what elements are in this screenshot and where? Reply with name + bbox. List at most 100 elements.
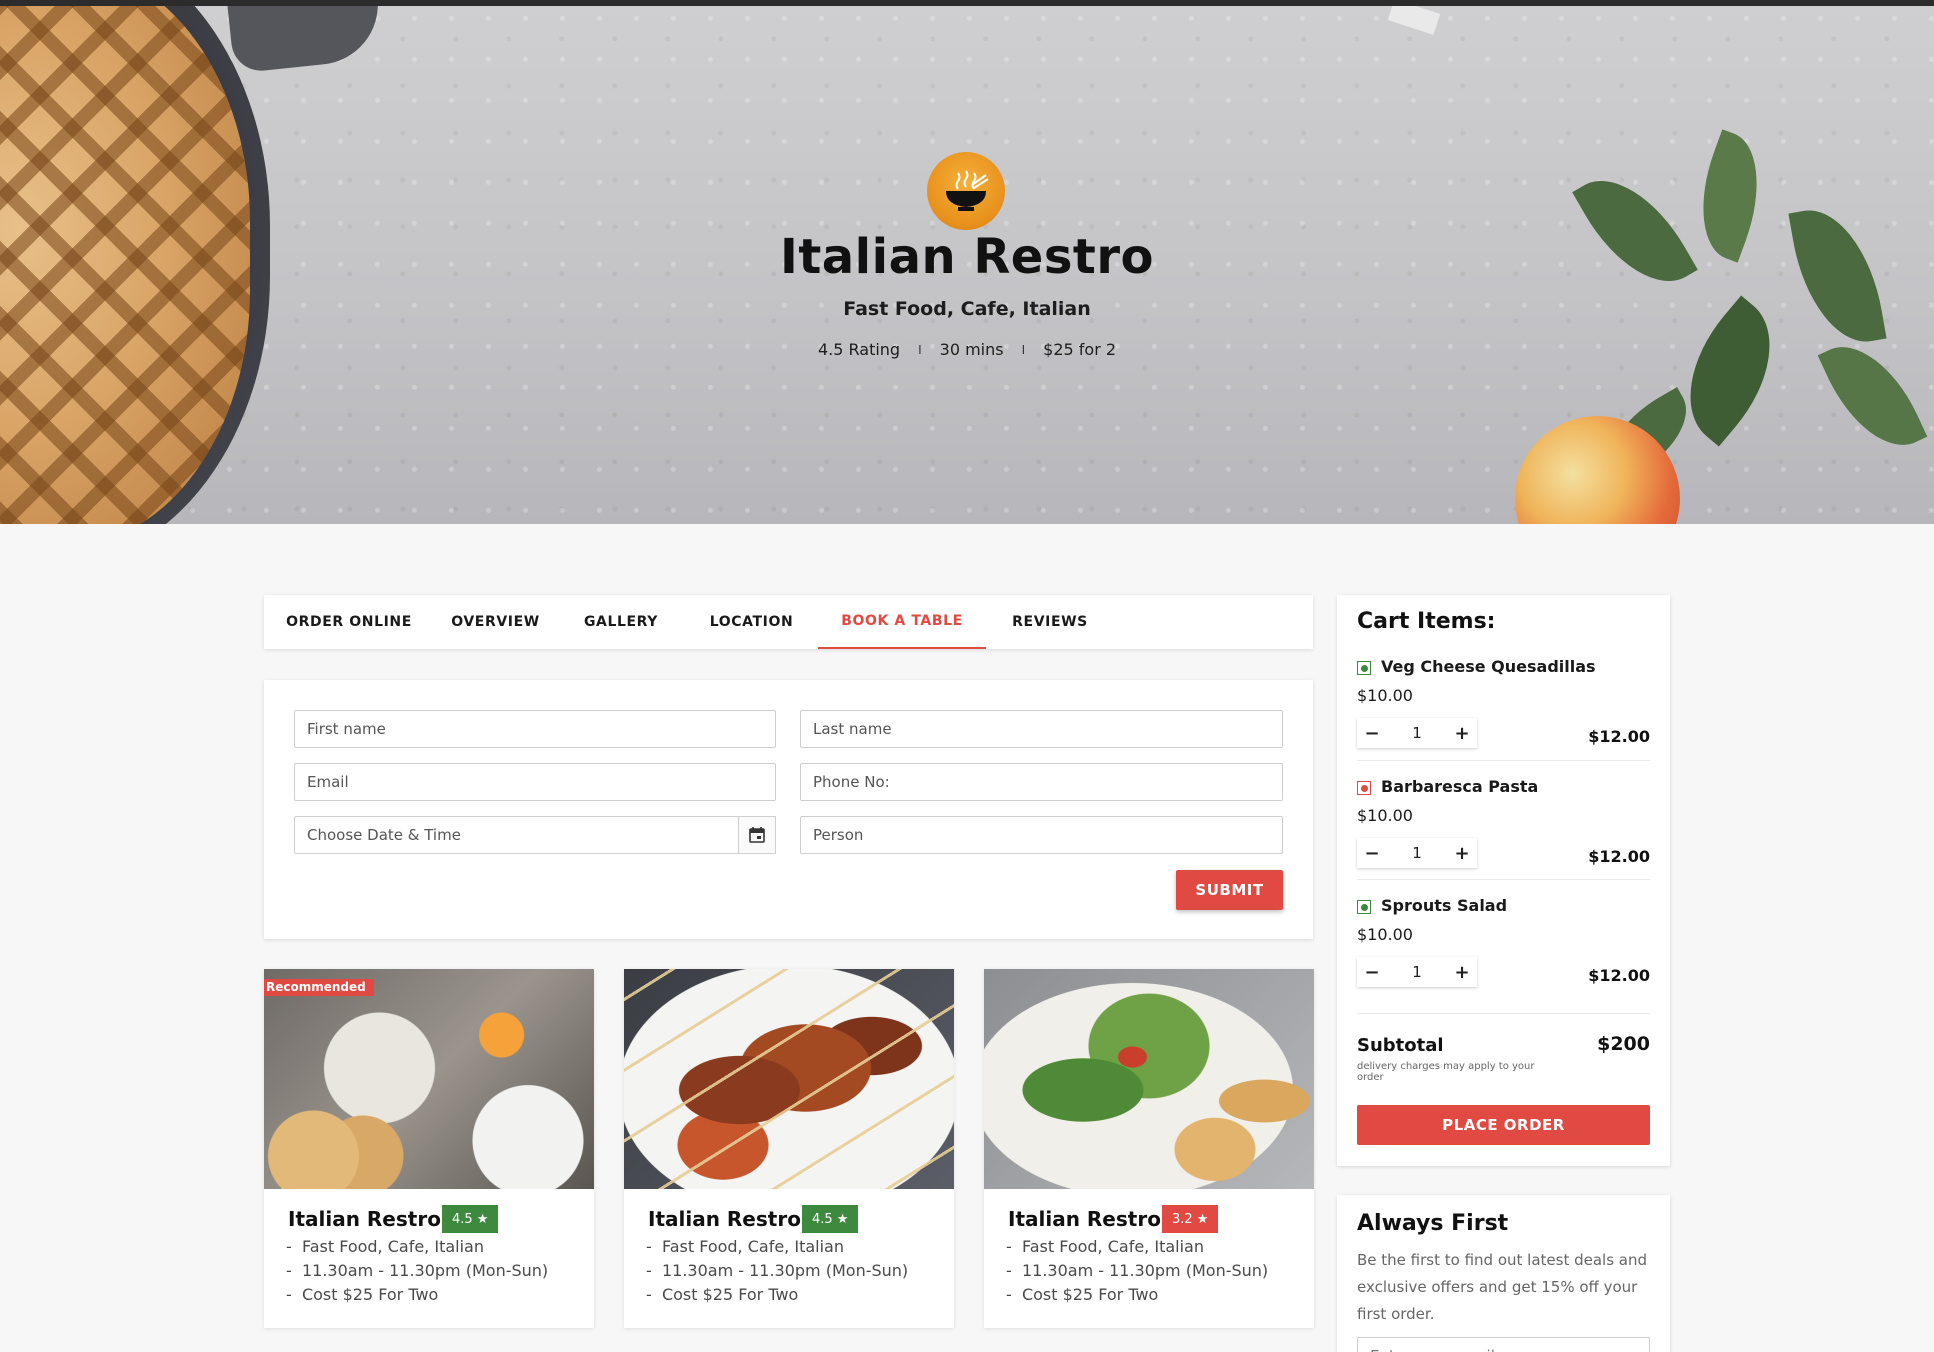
decrement-button[interactable]: − [1357, 718, 1387, 748]
card-cuisines: - Fast Food, Cafe, Italian [646, 1237, 844, 1256]
bullet: - [646, 1285, 652, 1304]
bullet: - [1006, 1237, 1012, 1256]
meta-separator: I [1021, 342, 1026, 357]
submit-button[interactable]: SUBMIT [1176, 870, 1283, 910]
restaurant-photo: Recommended [264, 969, 594, 1189]
cart-item-total: $12.00 [1588, 727, 1650, 746]
non-veg-indicator-icon [1357, 781, 1371, 795]
restaurant-tabs: ORDER ONLINE OVERVIEW GALLERY LOCATION B… [264, 595, 1313, 649]
bullet: - [1006, 1285, 1012, 1304]
hours-text: 11.30am - 11.30pm (Mon-Sun) [661, 1261, 909, 1280]
cost-text: Cost $25 For Two [1021, 1285, 1159, 1304]
tab-reviews[interactable]: REVIEWS [986, 595, 1114, 649]
cart-item: Veg Cheese Quesadillas $10.00 − 1 + $12.… [1357, 655, 1650, 775]
card-restaurant-name: Italian Restro [1008, 1207, 1161, 1231]
card-cuisines: - Fast Food, Cafe, Italian [1006, 1237, 1204, 1256]
calendar-button[interactable] [738, 816, 776, 854]
restaurant-card[interactable]: Recommended Italian Restro 4.5 ★ - Fast F… [264, 969, 594, 1328]
place-order-button[interactable]: PLACE ORDER [1357, 1105, 1650, 1145]
quantity-stepper: − 1 + [1357, 718, 1477, 748]
restaurant-card[interactable]: Italian Restro 3.2 ★ - Fast Food, Cafe, I… [984, 969, 1314, 1328]
card-restaurant-name: Italian Restro [648, 1207, 801, 1231]
cart-item-total: $12.00 [1588, 847, 1650, 866]
bullet: - [286, 1261, 292, 1280]
card-hours: - 11.30am - 11.30pm (Mon-Sun) [646, 1261, 908, 1280]
cart-panel: Cart Items: Veg Cheese Quesadillas $10.0… [1337, 595, 1670, 1166]
divider [1357, 879, 1650, 880]
subtotal-value: $200 [1597, 1033, 1650, 1055]
hours-text: 11.30am - 11.30pm (Mon-Sun) [1021, 1261, 1269, 1280]
increment-button[interactable]: + [1447, 957, 1477, 987]
cart-item-price: $10.00 [1357, 925, 1413, 944]
subtotal-label: Subtotal [1357, 1035, 1444, 1056]
cart-item: Barbaresca Pasta $10.00 − 1 + $12.00 [1357, 775, 1650, 895]
cuisines-text: Fast Food, Cafe, Italian [301, 1237, 484, 1256]
newsletter-email-field[interactable] [1357, 1337, 1650, 1352]
person-field[interactable] [800, 816, 1283, 854]
rating-badge: 3.2 ★ [1162, 1205, 1219, 1233]
cloth-image [226, 6, 384, 74]
cart-item-name: Veg Cheese Quesadillas [1381, 657, 1596, 676]
card-cost: - Cost $25 For Two [286, 1285, 438, 1304]
restaurant-cuisines: Fast Food, Cafe, Italian [843, 298, 1091, 320]
increment-button[interactable]: + [1447, 718, 1477, 748]
restaurant-meta: 4.5 Rating I 30 mins I $25 for 2 [0, 340, 1934, 359]
card-hours: - 11.30am - 11.30pm (Mon-Sun) [286, 1261, 548, 1280]
cost-text: $25 for 2 [1043, 340, 1117, 359]
rating-value: 4.5 [812, 1211, 833, 1227]
bullet: - [286, 1237, 292, 1256]
increment-button[interactable]: + [1447, 838, 1477, 868]
first-name-field[interactable] [294, 710, 776, 748]
veg-indicator-icon [1357, 900, 1371, 914]
card-hours: - 11.30am - 11.30pm (Mon-Sun) [1006, 1261, 1268, 1280]
tab-overview[interactable]: OVERVIEW [434, 595, 557, 649]
rating-value: 4.5 [452, 1211, 473, 1227]
cuisines-text: Fast Food, Cafe, Italian [1021, 1237, 1204, 1256]
delivery-time-text: 30 mins [939, 340, 1004, 359]
cart-item-total: $12.00 [1588, 966, 1650, 985]
meta-separator: I [918, 342, 922, 357]
newsletter-text: Be the first to find out latest deals an… [1357, 1251, 1648, 1323]
quantity-stepper: − 1 + [1357, 838, 1477, 868]
star-icon: ★ [476, 1211, 489, 1227]
divider [1357, 760, 1650, 761]
quantity-value: 1 [1412, 724, 1422, 742]
tab-gallery[interactable]: GALLERY [557, 595, 685, 649]
decrement-button[interactable]: − [1357, 838, 1387, 868]
card-cost: - Cost $25 For Two [1006, 1285, 1158, 1304]
calendar-icon [749, 827, 765, 843]
cart-item-price: $10.00 [1357, 686, 1413, 705]
cart-item-price: $10.00 [1357, 806, 1413, 825]
card-cost: - Cost $25 For Two [646, 1285, 798, 1304]
cart-item-name: Sprouts Salad [1381, 896, 1508, 915]
cuisines-text: Fast Food, Cafe, Italian [661, 1237, 844, 1256]
cost-text: Cost $25 For Two [301, 1285, 439, 1304]
tab-location[interactable]: LOCATION [685, 595, 818, 649]
delivery-note: delivery charges may apply to your order [1357, 1061, 1535, 1083]
quantity-stepper: − 1 + [1357, 957, 1477, 987]
bullet: - [646, 1237, 652, 1256]
tab-book-a-table[interactable]: BOOK A TABLE [818, 595, 986, 649]
divider [1357, 1013, 1650, 1014]
card-restaurant-name: Italian Restro [288, 1207, 441, 1231]
last-name-field[interactable] [800, 710, 1283, 748]
datetime-field[interactable] [294, 816, 739, 854]
decrement-button[interactable]: − [1357, 957, 1387, 987]
bullet: - [286, 1285, 292, 1304]
rating-badge: 4.5 ★ [442, 1205, 499, 1233]
noodle-bowl-icon [946, 170, 989, 211]
restaurant-photo [984, 969, 1314, 1189]
hours-text: 11.30am - 11.30pm (Mon-Sun) [301, 1261, 549, 1280]
hero-banner: Italian Restro Fast Food, Cafe, Italian … [0, 6, 1934, 524]
phone-field[interactable] [800, 763, 1283, 801]
tab-order-online[interactable]: ORDER ONLINE [264, 595, 434, 649]
cost-text: Cost $25 For Two [661, 1285, 799, 1304]
cart-title: Cart Items: [1357, 609, 1496, 634]
restaurant-card[interactable]: Italian Restro 4.5 ★ - Fast Food, Cafe, I… [624, 969, 954, 1328]
newsletter-title: Always First [1357, 1211, 1509, 1236]
email-field[interactable] [294, 763, 776, 801]
bullet: - [1006, 1261, 1012, 1280]
rating-badge: 4.5 ★ [802, 1205, 859, 1233]
recommended-badge: Recommended [264, 979, 374, 996]
restaurant-photo [624, 969, 954, 1189]
